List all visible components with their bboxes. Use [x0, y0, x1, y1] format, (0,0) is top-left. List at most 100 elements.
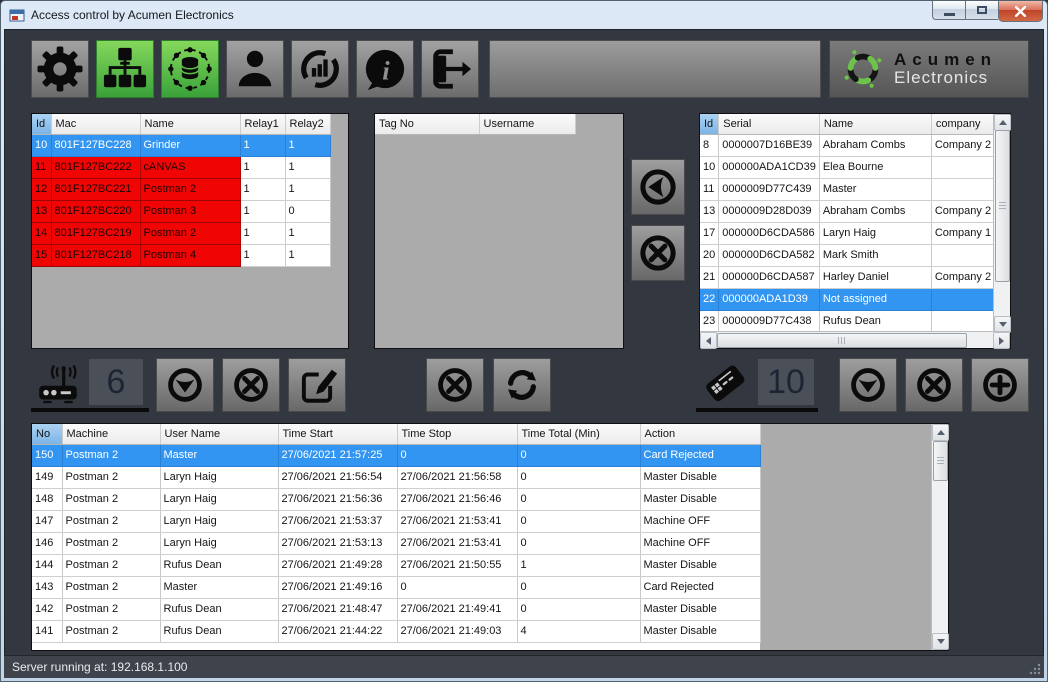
toolbar-button-machines[interactable]	[96, 40, 154, 98]
cell[interactable]: 0000009D77C439	[719, 178, 820, 200]
log-vertical-scrollbar[interactable]	[931, 424, 948, 650]
scroll-left-button[interactable]	[700, 332, 717, 349]
cell[interactable]: 801F127BC219	[51, 222, 140, 244]
table-row[interactable]: 143Postman 2Master27/06/2021 21:49:1600C…	[32, 576, 760, 598]
table-row[interactable]: 21000000D6CDA587Harley DanielCompany 2	[700, 266, 1000, 288]
unassign-tag-button[interactable]	[631, 225, 685, 281]
cell[interactable]: Postman 2	[62, 598, 160, 620]
cell[interactable]: 000000ADA1D39	[719, 288, 820, 310]
cell[interactable]: Laryn Haig	[819, 222, 931, 244]
cell[interactable]: 0000009D28D039	[719, 200, 820, 222]
cell[interactable]: Laryn Haig	[160, 532, 278, 554]
table-row[interactable]: 141Postman 2Rufus Dean27/06/2021 21:44:2…	[32, 620, 760, 642]
cell[interactable]: 1	[285, 156, 330, 178]
load-machines-button[interactable]	[156, 358, 214, 412]
cell[interactable]: Company 2	[931, 134, 1000, 156]
scrollbar-thumb[interactable]	[995, 130, 1010, 282]
cell[interactable]: 0	[517, 466, 640, 488]
cell[interactable]: 27/06/2021 21:56:58	[397, 466, 517, 488]
cell[interactable]: Postman 2	[62, 554, 160, 576]
cell[interactable]: 17	[700, 222, 719, 244]
cell[interactable]: 801F127BC221	[51, 178, 140, 200]
cell[interactable]: 0	[517, 598, 640, 620]
cell[interactable]: 27/06/2021 21:44:22	[278, 620, 397, 642]
cell[interactable]: Postman 3	[140, 200, 240, 222]
cell[interactable]: Postman 2	[140, 178, 240, 200]
cell[interactable]: 0	[397, 576, 517, 598]
refresh-tags-button[interactable]	[493, 358, 551, 412]
cell[interactable]: 0000007D16BE39	[719, 134, 820, 156]
cell[interactable]: Card Rejected	[640, 444, 760, 466]
cell[interactable]: Laryn Haig	[160, 510, 278, 532]
cell[interactable]: 1	[285, 178, 330, 200]
cell[interactable]: 4	[517, 620, 640, 642]
cell[interactable]: 146	[32, 532, 62, 554]
cell[interactable]: 150	[32, 444, 62, 466]
toolbar-button-statistics[interactable]	[291, 40, 349, 98]
column-header-relay2[interactable]: Relay2	[285, 114, 330, 134]
close-button[interactable]	[998, 1, 1043, 22]
scroll-up-button[interactable]	[932, 424, 949, 441]
table-row[interactable]: 144Postman 2Rufus Dean27/06/2021 21:49:2…	[32, 554, 760, 576]
table-row[interactable]: 11801F127BC222cANVAS11	[32, 156, 330, 178]
column-header-serial[interactable]: Serial	[719, 114, 820, 134]
cell[interactable]: 27/06/2021 21:56:46	[397, 488, 517, 510]
cell[interactable]	[931, 244, 1000, 266]
cell[interactable]: 14	[32, 222, 51, 244]
cell[interactable]: 1	[240, 134, 285, 156]
cell[interactable]: 13	[32, 200, 51, 222]
table-row[interactable]: 110000009D77C439Master	[700, 178, 1000, 200]
column-header-name[interactable]: Name	[140, 114, 240, 134]
table-row[interactable]: 13801F127BC220Postman 310	[32, 200, 330, 222]
users-horizontal-scrollbar[interactable]	[700, 331, 1010, 348]
cell[interactable]: Postman 2	[62, 488, 160, 510]
cell[interactable]: 1	[240, 244, 285, 266]
cell[interactable]: 22	[700, 288, 719, 310]
load-cards-button[interactable]	[839, 358, 897, 412]
table-row[interactable]: 10801F127BC228Grinder11	[32, 134, 330, 156]
cell[interactable]: Postman 2	[62, 444, 160, 466]
table-row[interactable]: 15801F127BC218Postman 411	[32, 244, 330, 266]
cell[interactable]: 1	[240, 156, 285, 178]
cell[interactable]: Master Disable	[640, 554, 760, 576]
cell[interactable]: Elea Bourne	[819, 156, 931, 178]
column-header-time-start[interactable]: Time Start	[278, 424, 397, 444]
cell[interactable]: Master Disable	[640, 620, 760, 642]
cell[interactable]: Mark Smith	[819, 244, 931, 266]
cell[interactable]: 147	[32, 510, 62, 532]
cell[interactable]: Rufus Dean	[160, 554, 278, 576]
cell[interactable]: 000000D6CDA587	[719, 266, 820, 288]
cell[interactable]: Abraham Combs	[819, 200, 931, 222]
cell[interactable]: Postman 2	[62, 510, 160, 532]
cell[interactable]: Machine OFF	[640, 510, 760, 532]
users-vertical-scrollbar[interactable]	[993, 114, 1010, 333]
add-card-button[interactable]	[971, 358, 1029, 412]
cell[interactable]: 10	[32, 134, 51, 156]
cell[interactable]: 0	[517, 488, 640, 510]
cell[interactable]: 801F127BC222	[51, 156, 140, 178]
resize-grip-icon[interactable]	[1028, 662, 1042, 676]
toolbar-button-users[interactable]	[226, 40, 284, 98]
cell[interactable]: 141	[32, 620, 62, 642]
cell[interactable]	[931, 288, 1000, 310]
scroll-right-button[interactable]	[993, 332, 1010, 349]
cell[interactable]: Postman 2	[62, 466, 160, 488]
cell[interactable]: Master Disable	[640, 598, 760, 620]
cell[interactable]: 27/06/2021 21:49:03	[397, 620, 517, 642]
cell[interactable]: Rufus Dean	[160, 620, 278, 642]
cell[interactable]: 1	[285, 134, 330, 156]
scroll-up-button[interactable]	[994, 114, 1011, 131]
cell[interactable]: 1	[285, 244, 330, 266]
cell[interactable]: 0	[517, 576, 640, 598]
cell[interactable]: Rufus Dean	[819, 310, 931, 332]
cell[interactable]: 10	[700, 156, 719, 178]
cell[interactable]: Company 1	[931, 222, 1000, 244]
cell[interactable]: 0	[397, 444, 517, 466]
cell[interactable]: 1	[285, 222, 330, 244]
cell[interactable]: 20	[700, 244, 719, 266]
table-row[interactable]: 148Postman 2Laryn Haig27/06/2021 21:56:3…	[32, 488, 760, 510]
cell[interactable]: Laryn Haig	[160, 466, 278, 488]
edit-machine-button[interactable]	[288, 358, 346, 412]
cell[interactable]: 27/06/2021 21:53:37	[278, 510, 397, 532]
column-header-username[interactable]: Username	[479, 114, 575, 134]
